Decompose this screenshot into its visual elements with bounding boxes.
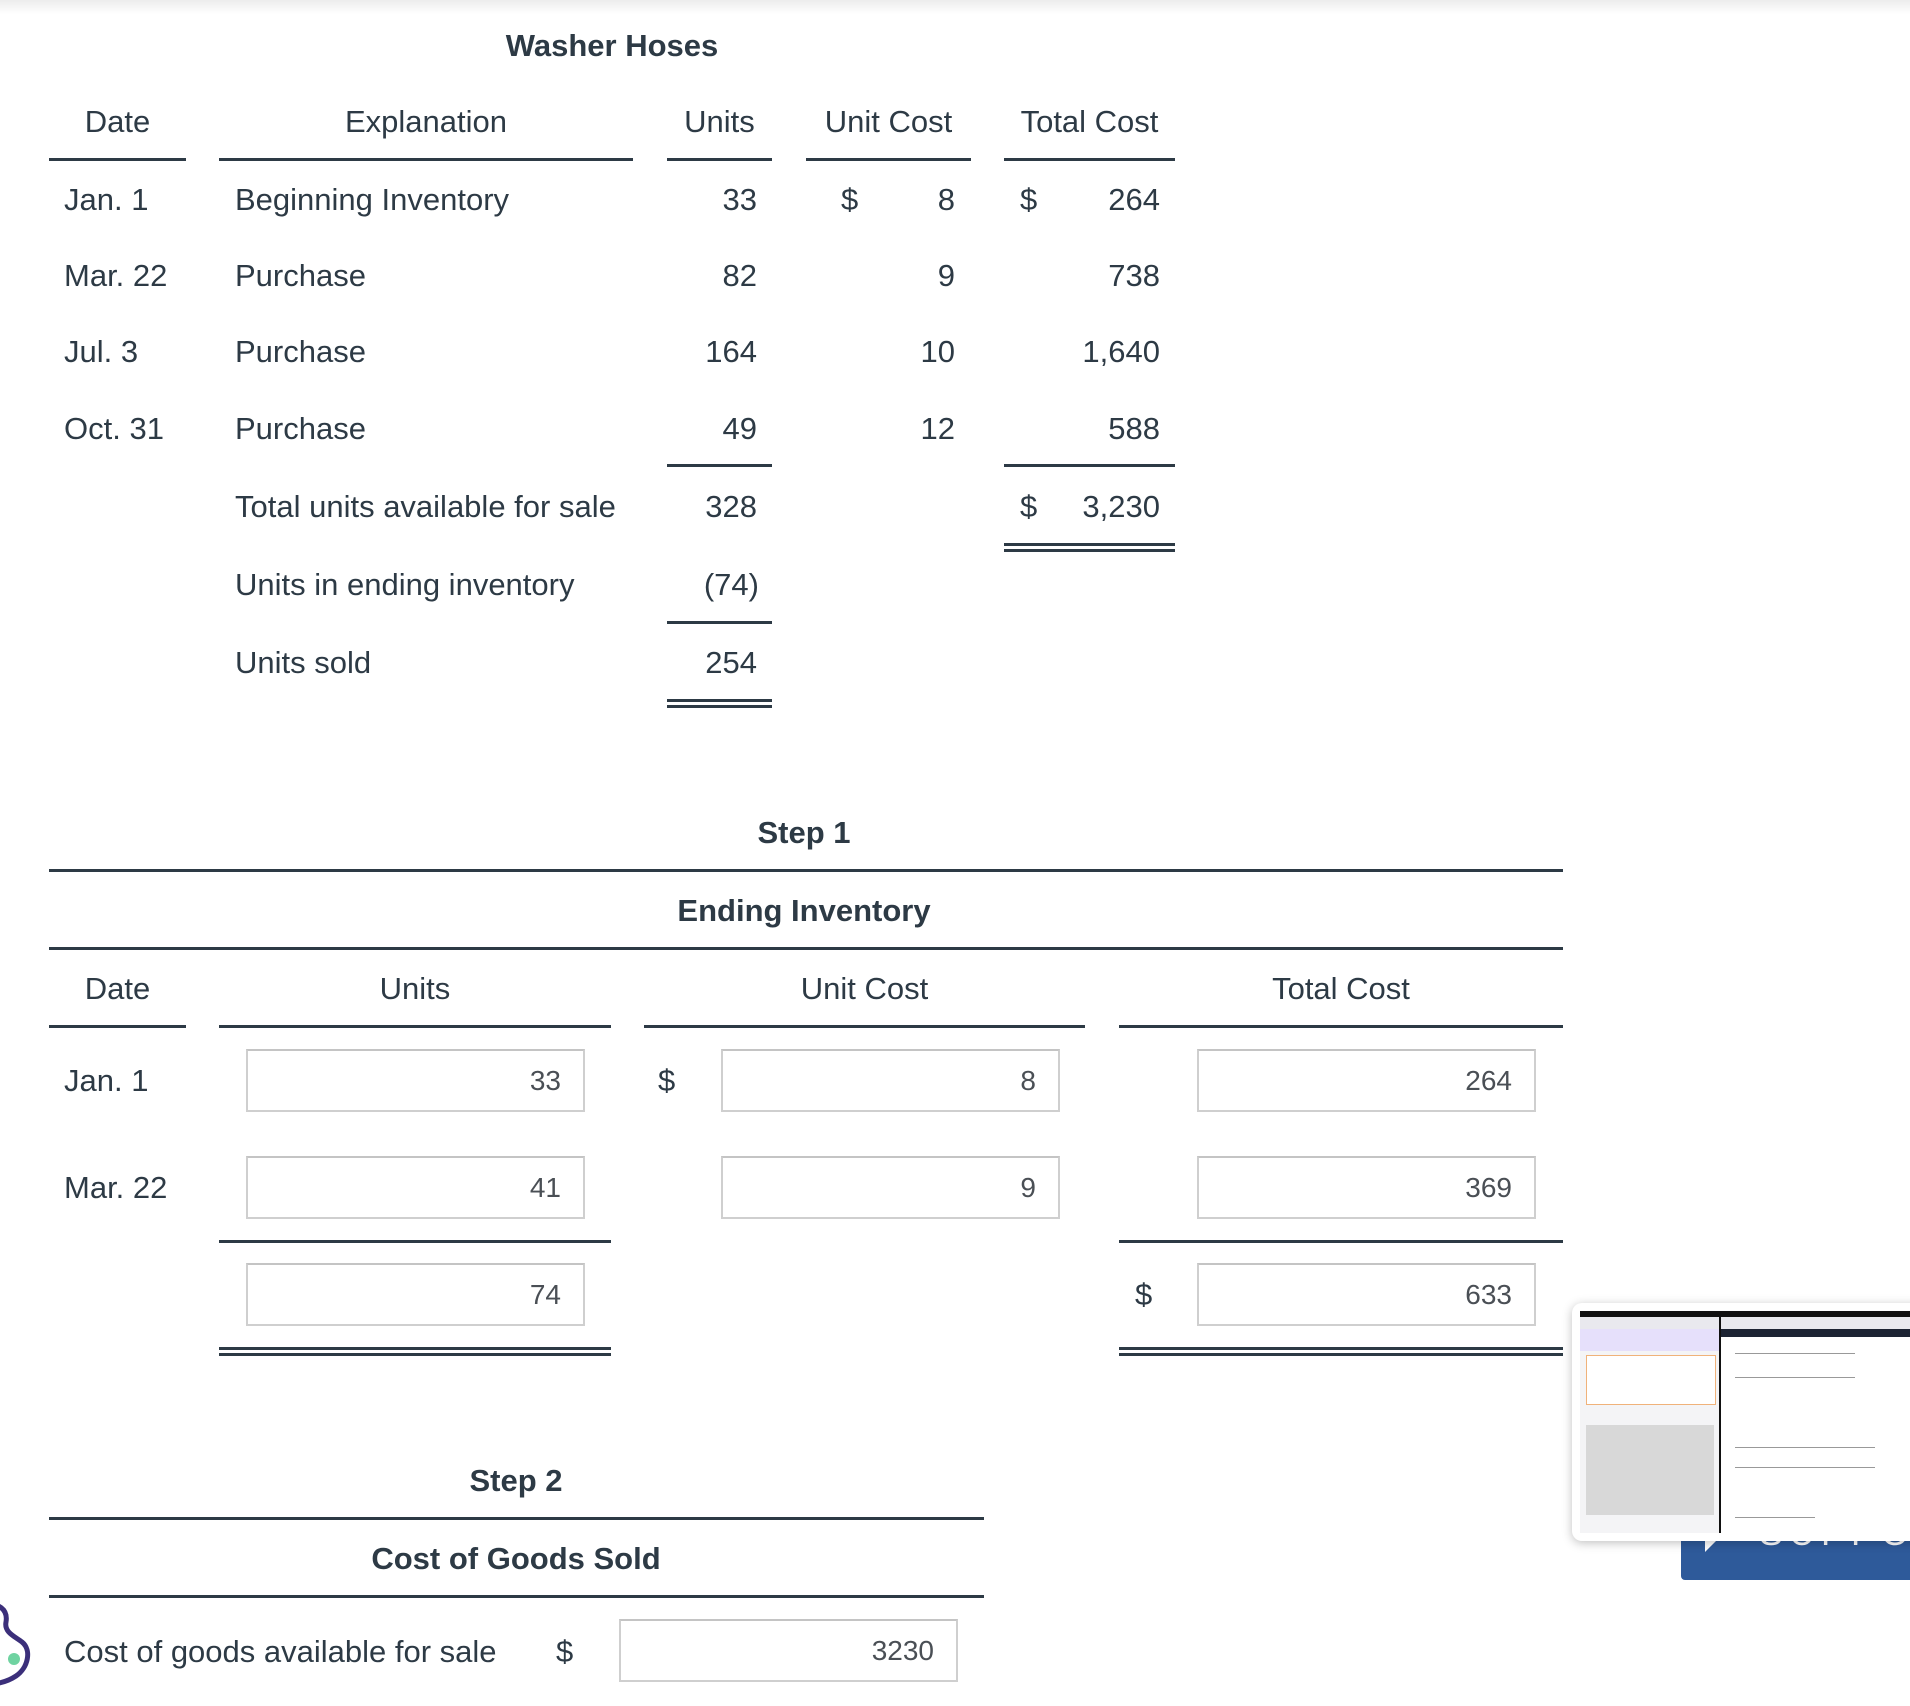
row-units: 164 [705,334,757,369]
row-date: Jan. 1 [64,182,149,217]
units-sold-value: 254 [705,645,757,680]
step1-subtotal-rule [219,1240,611,1243]
unit-cost-input[interactable]: 9 [721,1156,1060,1219]
row-unit-cost: 8 [937,182,955,217]
header-rule [806,158,971,161]
step1-header-total-cost: Total Cost [1272,971,1410,1006]
row-total-cost: 264 [1108,182,1160,217]
header-unit-cost: Unit Cost [824,104,953,139]
step1-header-rule [219,1025,611,1028]
row-units: 49 [722,411,757,446]
row-date: Jul. 3 [64,334,139,369]
total-available-label: Total units available for sale [235,489,616,524]
subtotal-rule [667,464,772,467]
total-cost-dollar: $ [1135,1277,1153,1312]
step2-title: Cost of Goods Sold [371,1541,661,1576]
units-sold-double-rule [667,699,772,708]
row-unit-cost: 9 [937,258,955,293]
row-explanation: Purchase [235,411,366,446]
header-explanation: Explanation [344,104,507,139]
total-cost-input[interactable]: 264 [1197,1049,1536,1112]
chat-helper-icon[interactable] [0,1596,50,1706]
units-input[interactable]: 33 [246,1049,585,1112]
step2-rule [49,1517,984,1520]
subtotal-rule [1004,464,1175,467]
ending-units-label: Units in ending inventory [235,567,575,602]
total-available-cost: 3,230 [1082,489,1160,524]
row-units: 82 [722,258,757,293]
unit-cost-input[interactable]: 8 [721,1049,1060,1112]
step1-subtotal-rule [1119,1240,1563,1243]
thumbnail-left-pane [1580,1317,1719,1533]
screenshot-thumbnail[interactable] [1572,1303,1910,1541]
step2-rule [49,1595,984,1598]
cogs-available-input[interactable]: 3230 [619,1619,958,1682]
row-unit-cost: 10 [920,334,955,369]
step1-header-date: Date [84,971,151,1006]
total-available-units: 328 [705,489,757,524]
header-rule [49,158,186,161]
row-unit-cost: 12 [920,411,955,446]
ending-inventory-total-input[interactable]: 633 [1197,1263,1536,1326]
row-date: Mar. 22 [64,258,168,293]
row-total-cost: 738 [1108,258,1160,293]
step2-label: Step 2 [469,1463,563,1498]
row-explanation: Beginning Inventory [235,182,510,217]
step1-header-rule [1119,1025,1563,1028]
header-units: Units [684,104,755,139]
units-sold-label: Units sold [235,645,372,680]
ending-units-value: (74) [703,567,759,602]
total-cost-input[interactable]: 369 [1197,1156,1536,1219]
cogs-available-dollar: $ [556,1634,574,1669]
row-total-cost: 1,640 [1082,334,1160,369]
header-rule [667,158,772,161]
header-total-cost: Total Cost [1020,104,1159,139]
step1-header-rule [49,1025,186,1028]
thumbnail-right-pane [1721,1317,1910,1533]
step1-rule [49,947,1563,950]
header-rule [219,158,633,161]
row-date: Oct. 31 [64,411,164,446]
step1-header-rule [644,1025,1085,1028]
row-explanation: Purchase [235,334,366,369]
cogs-available-label: Cost of goods available for sale [64,1634,497,1669]
top-shadow [0,0,1910,14]
header-date: Date [84,104,151,139]
thumbnail-frame [1580,1311,1910,1533]
total-units-input[interactable]: 74 [246,1263,585,1326]
row-explanation: Purchase [235,258,366,293]
units-sold-rule [667,621,772,624]
step1-row-date: Jan. 1 [64,1063,149,1098]
unit-cost-dollar: $ [658,1063,676,1098]
step1-row-date: Mar. 22 [64,1170,168,1205]
step1-double-rule [1119,1347,1563,1356]
units-input[interactable]: 41 [246,1156,585,1219]
row-units: 33 [722,182,757,217]
step1-rule [49,869,1563,872]
step1-double-rule [219,1347,611,1356]
step1-title: Ending Inventory [677,893,931,928]
step1-header-units: Units [379,971,451,1006]
table-title: Washer Hoses [505,28,719,63]
step1-label: Step 1 [757,815,851,850]
header-rule [1004,158,1175,161]
step1-header-unit-cost: Unit Cost [800,971,929,1006]
row-total-cost: 588 [1108,411,1160,446]
total-double-rule [1004,543,1175,552]
